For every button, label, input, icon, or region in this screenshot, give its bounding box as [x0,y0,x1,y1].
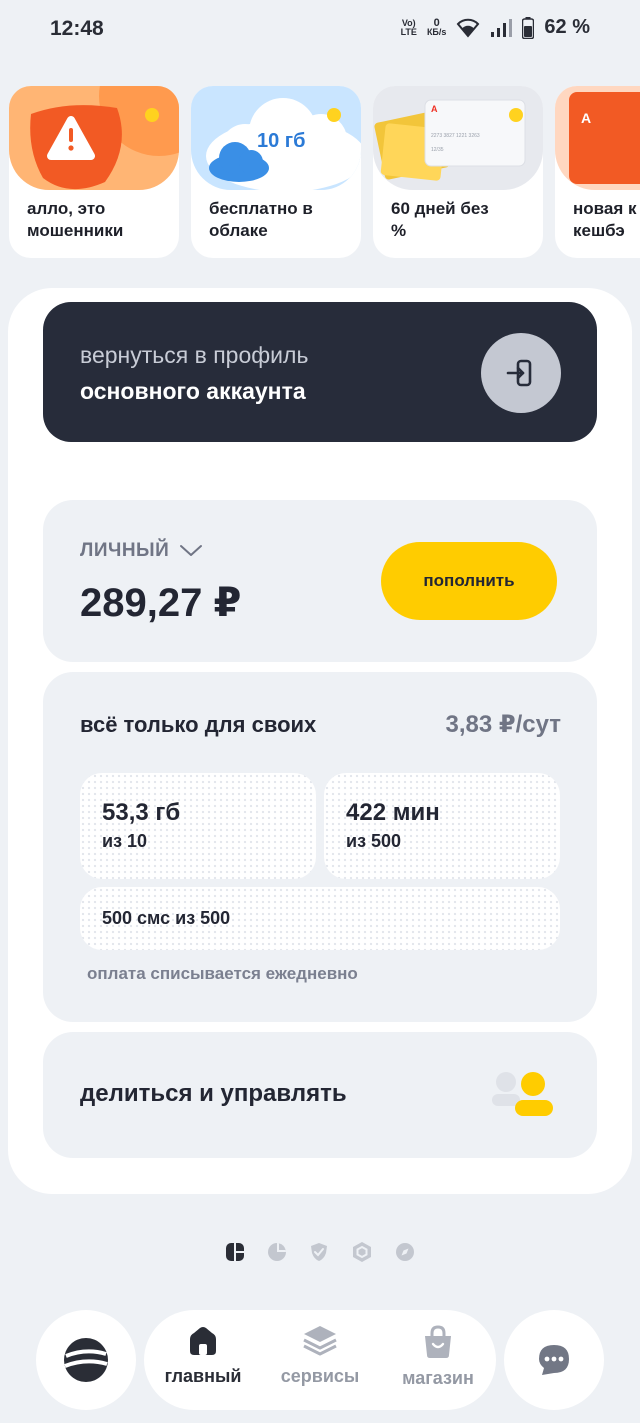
cloud-size-badge: 10 гб [257,130,306,152]
story-card-fraud[interactable]: алло, это мошенники [9,86,179,258]
sms-remaining: 500 смс из 500 [102,908,231,928]
tariff-name: всё только для своих [80,712,317,737]
hexagon-icon[interactable] [351,1241,373,1263]
share-manage-label: делиться и управлять [80,1080,347,1107]
battery-icon [522,16,535,39]
back-to-main-profile-card[interactable]: вернуться в профиль основного аккаунта [43,302,597,442]
brand-logo-button[interactable] [36,1310,136,1410]
layers-icon [303,1326,337,1356]
card-number: 2273 3827 1221 3263 [431,133,480,139]
wifi-icon [457,18,480,38]
volte-icon: Vo) LTE [400,17,417,37]
minutes-total: из 500 [346,831,402,851]
card-expiry: 12/35 [431,147,444,153]
internet-remaining: 53,3 гб [102,799,181,826]
page-indicator[interactable] [0,1238,640,1266]
nav-services[interactable]: сервисы [265,1324,375,1387]
alfa-card-icon: А [555,86,640,190]
story-card-cashback[interactable]: А новая к кешбэ [555,86,640,258]
balance-amount: 289,27 ₽ [80,581,242,625]
dashboard-icon[interactable] [225,1242,245,1262]
shield-icon[interactable] [309,1242,329,1262]
nav-shop[interactable]: магазин [383,1324,493,1389]
warning-shield-icon [9,86,179,190]
nav-home[interactable]: главный [148,1324,258,1387]
enter-profile-button[interactable] [481,333,561,413]
account-selector[interactable]: ЛИЧНЫЙ [80,540,203,562]
yota-logo-icon [64,1338,108,1382]
nav-services-label: сервисы [280,1366,360,1386]
internet-package[interactable]: 53,3 гб из 10 [80,773,316,879]
compass-icon[interactable] [395,1242,415,1262]
sign-in-icon [506,359,532,387]
internet-total: из 10 [102,831,148,851]
status-icons: Vo) LTE 0 КБ/s 62 % [401,16,590,39]
home-icon [190,1327,216,1355]
balance-card: ЛИЧНЫЙ 289,27 ₽ пополнить [43,500,597,662]
account-label: ЛИЧНЫЙ [80,540,170,561]
card-brand: А [431,104,438,114]
story-card-credit[interactable]: А 2273 3827 1221 3263 12/35 60 дней без … [373,86,543,258]
nav-home-label: главный [164,1366,242,1386]
signal-icon [491,18,513,37]
status-bar: 12:48 Vo) LTE 0 КБ/s 62 % [0,0,640,60]
story-title: новая к кешбэ [573,199,637,240]
minutes-package[interactable]: 422 мин из 500 [324,773,560,879]
sms-package[interactable]: 500 смс из 500 [80,887,560,950]
story-title: алло, это мошенники [27,199,124,240]
back-profile-line1: вернуться в профиль [80,342,309,368]
nav-shop-label: магазин [402,1368,474,1388]
story-card-cloud[interactable]: 10 гб бесплатно в облаке [191,86,361,258]
chevron-down-icon [180,545,203,556]
bottom-nav: главный сервисы магазин [144,1310,496,1410]
shopping-bag-icon [425,1325,451,1358]
users-icon [492,1072,553,1116]
back-profile-line2: основного аккаунта [80,378,306,404]
billing-note: оплата списывается ежедневно [87,964,358,983]
tariff-price: 3,83 ₽/сут [445,711,562,738]
topup-button[interactable]: пополнить [381,542,557,620]
share-manage-card[interactable]: делиться и управлять [43,1032,597,1158]
card-brand: А [581,110,592,126]
battery-percent: 62 % [544,16,590,38]
pie-chart-icon[interactable] [267,1242,287,1262]
minutes-remaining: 422 мин [346,799,440,826]
chat-icon [539,1345,569,1375]
stories-carousel[interactable]: алло, это мошенники 10 гб бесплатно в об… [0,86,640,258]
credit-card-icon: А 2273 3827 1221 3263 12/35 [373,86,543,190]
clock: 12:48 [50,17,104,40]
cloud-icon: 10 гб [191,86,361,190]
tariff-card[interactable]: всё только для своих 3,83 ₽/сут 53,3 гб … [43,672,597,1022]
network-speed: 0 КБ/s [426,16,447,37]
story-title: бесплатно в облаке [209,199,313,240]
story-title: 60 дней без % [391,199,489,240]
chat-button[interactable] [504,1310,604,1410]
